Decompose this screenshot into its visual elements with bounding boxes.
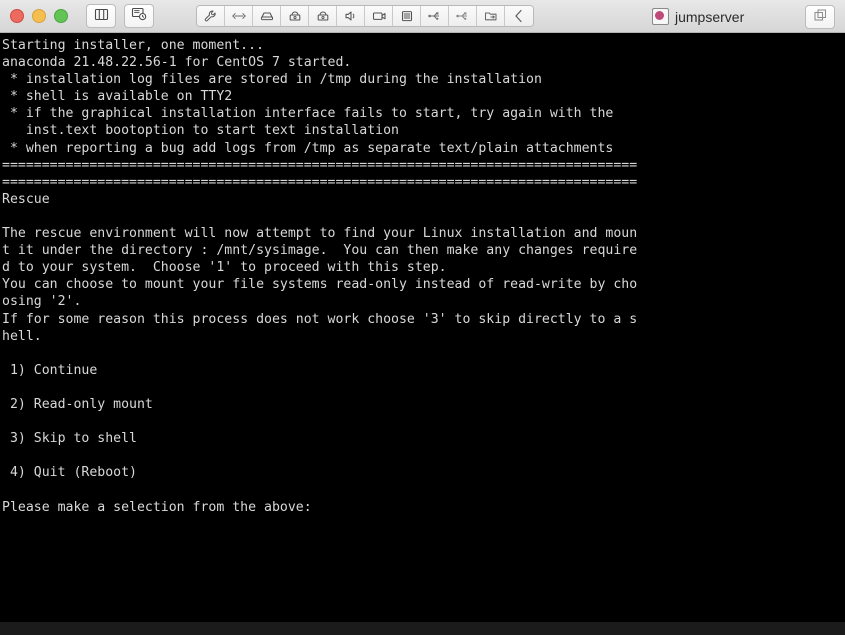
terminal-line: osing '2'.	[2, 294, 82, 310]
terminal-line: t it under the directory : /mnt/sysimage…	[2, 243, 638, 259]
window-title-area: jumpserver	[652, 0, 744, 33]
terminal-line: * shell is available on TTY2	[2, 89, 233, 105]
screen-timer-button[interactable]	[124, 4, 154, 28]
terminal-line: Please make a selection from the above:	[2, 499, 312, 515]
padlock-icon	[287, 9, 303, 23]
minimize-window-button[interactable]	[32, 9, 46, 23]
main-toolbar-group	[196, 5, 534, 27]
terminal-line: 2) Read-only mount	[2, 396, 153, 412]
resize-button[interactable]	[225, 6, 253, 26]
folder-arrow-icon	[483, 9, 499, 23]
usb-button[interactable]	[421, 6, 449, 26]
terminal-line: anaconda 21.48.22.56-1 for CentOS 7 star…	[2, 55, 352, 71]
window-title: jumpserver	[675, 8, 745, 25]
server-button[interactable]	[393, 6, 421, 26]
window-list-button[interactable]	[805, 5, 835, 29]
duplicate-windows-icon	[813, 8, 828, 27]
terminal-output[interactable]: Starting installer, one moment... anacond…	[0, 33, 845, 635]
window-titlebar: jumpserver	[0, 0, 845, 33]
settings-button[interactable]	[197, 6, 225, 26]
usb-icon	[455, 9, 471, 23]
jumpserver-app-icon	[652, 8, 669, 25]
window-bottom-strip	[0, 622, 845, 635]
terminal-line: d to your system. Choose '1' to proceed …	[2, 260, 447, 276]
horizontal-arrows-icon	[231, 9, 247, 23]
file-transfer-button[interactable]	[477, 6, 505, 26]
terminal-line: hell.	[2, 328, 42, 344]
terminal-line: 4) Quit (Reboot)	[2, 465, 137, 481]
terminal-line: If for some reason this process does not…	[2, 311, 638, 327]
server-stack-icon	[399, 9, 415, 23]
split-panes-icon	[94, 7, 109, 26]
terminal-line: The rescue environment will now attempt …	[2, 226, 638, 242]
terminal-window: jumpserver Starting installer, one momen…	[0, 0, 845, 635]
terminal-line: * installation log files are stored in /…	[2, 72, 542, 88]
terminal-line: Rescue	[2, 191, 50, 207]
padlock-shield-icon	[315, 9, 331, 23]
secure-lock-button[interactable]	[309, 6, 337, 26]
terminal-line: You can choose to mount your file system…	[2, 277, 638, 293]
chevron-left-icon	[512, 8, 526, 24]
terminal-line: * when reporting a bug add logs from /tm…	[2, 140, 614, 156]
usb2-button[interactable]	[449, 6, 477, 26]
split-panes-button[interactable]	[86, 4, 116, 28]
terminal-line: ========================================…	[2, 157, 638, 173]
video-camera-icon	[371, 9, 387, 23]
terminal-line: ========================================…	[2, 174, 638, 190]
left-toolbar-buttons	[68, 4, 154, 28]
wrench-icon	[203, 9, 218, 24]
screen-clock-icon	[131, 6, 147, 26]
close-window-button[interactable]	[10, 9, 24, 23]
collapse-button[interactable]	[505, 6, 533, 26]
traffic-lights-group	[0, 9, 68, 23]
terminal-line: 3) Skip to shell	[2, 431, 137, 447]
disk-drive-icon	[259, 9, 275, 23]
terminal-line: Starting installer, one moment...	[2, 38, 265, 53]
lock-button[interactable]	[281, 6, 309, 26]
video-button[interactable]	[365, 6, 393, 26]
speaker-icon	[343, 9, 359, 23]
terminal-line: inst.text bootoption to start text insta…	[2, 123, 399, 139]
disk-button[interactable]	[253, 6, 281, 26]
terminal-line: 1) Continue	[2, 362, 98, 378]
maximize-window-button[interactable]	[54, 9, 68, 23]
terminal-line: * if the graphical installation interfac…	[2, 106, 614, 122]
usb-icon	[427, 9, 443, 23]
audio-button[interactable]	[337, 6, 365, 26]
